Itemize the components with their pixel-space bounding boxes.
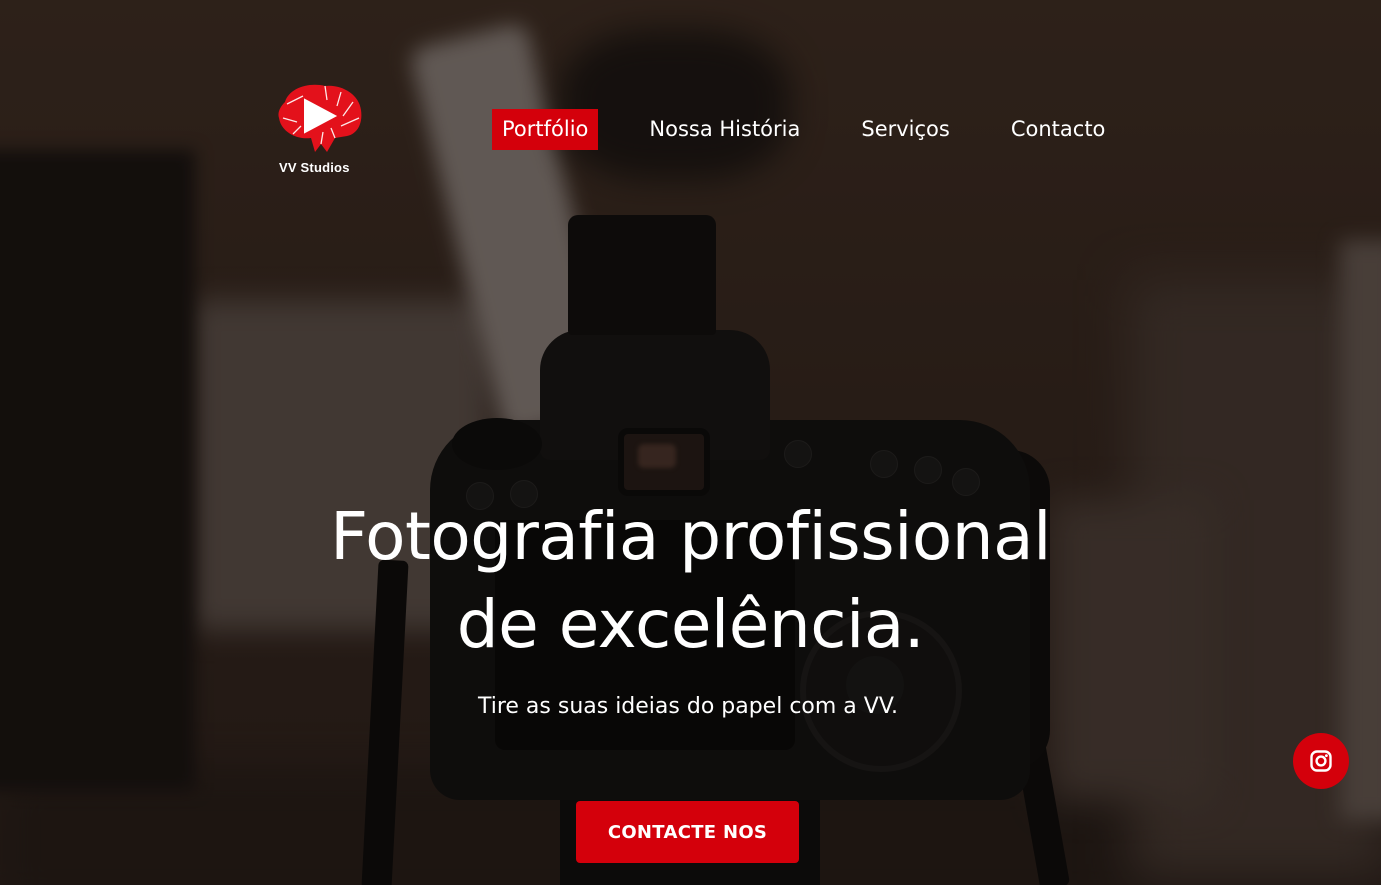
nav-item-portfolio[interactable]: Portfólio	[492, 109, 599, 150]
main-nav: Portfólio Nossa História Serviços Contac…	[492, 109, 1115, 150]
hero-section: VV Studios Portfólio Nossa História Serv…	[0, 0, 1381, 885]
hero-subtitle: Tire as suas ideias do papel com a VV.	[477, 694, 899, 719]
hero-headline: Fotografia profissional de excelência.	[0, 493, 1381, 669]
nav-item-contacto[interactable]: Contacto	[1001, 109, 1116, 150]
instagram-button[interactable]	[1293, 733, 1349, 789]
brain-play-logo-icon	[278, 84, 362, 152]
brand-logo[interactable]: VV Studios	[272, 82, 362, 175]
hero-headline-line1: Fotografia profissional	[330, 498, 1051, 575]
nav-item-nossa-historia[interactable]: Nossa História	[639, 109, 810, 150]
instagram-icon	[1310, 750, 1332, 772]
contact-us-button[interactable]: CONTACTE NOS	[576, 801, 799, 863]
hero-headline-line2: de excelência.	[456, 586, 925, 663]
brand-name: VV Studios	[279, 160, 350, 175]
nav-item-servicos[interactable]: Serviços	[851, 109, 959, 150]
